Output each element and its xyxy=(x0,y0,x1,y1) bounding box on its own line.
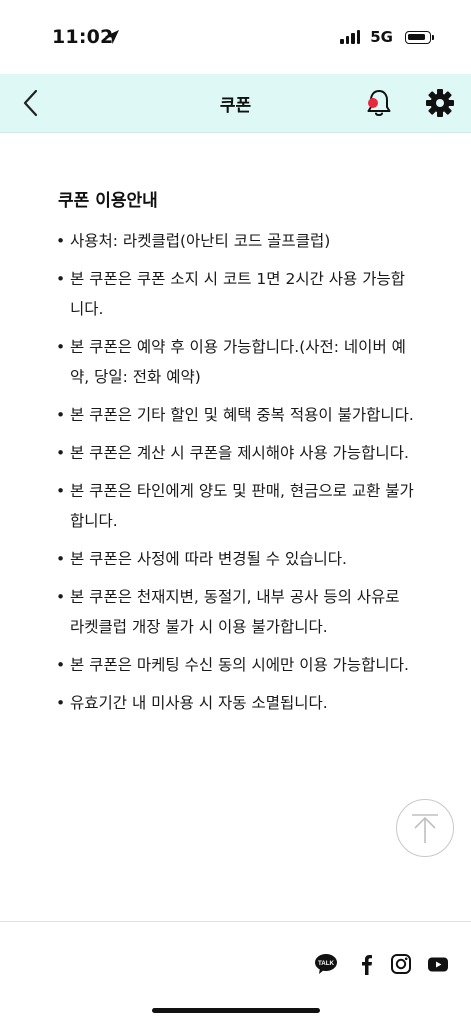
list-item: 본 쿠폰은 타인에게 양도 및 판매, 현금으로 교환 불가합니다. xyxy=(56,476,416,536)
list-item: 본 쿠폰은 마케팅 수신 동의 시에만 이용 가능합니다. xyxy=(56,650,416,680)
home-indicator xyxy=(152,1008,320,1013)
status-bar: 11:02 5G xyxy=(0,0,471,74)
facebook-icon[interactable] xyxy=(355,953,377,975)
network-type: 5G xyxy=(370,28,393,46)
notification-bell-icon[interactable] xyxy=(364,87,394,119)
list-item: 본 쿠폰은 사정에 따라 변경될 수 있습니다. xyxy=(56,544,416,574)
section-title: 쿠폰 이용안내 xyxy=(58,191,158,211)
settings-gear-icon[interactable] xyxy=(425,88,455,118)
scroll-to-top-button[interactable] xyxy=(396,799,454,857)
list-item: 본 쿠폰은 천재지변, 동절기, 내부 공사 등의 사유로 라켓클럽 개장 불가… xyxy=(56,582,416,642)
list-item: 유효기간 내 미사용 시 자동 소멸됩니다. xyxy=(56,688,416,718)
location-arrow-icon xyxy=(105,30,119,44)
instagram-icon[interactable] xyxy=(390,953,412,975)
coupon-notes-list: 사용처: 라켓클럽(아난티 코드 골프클럽) 본 쿠폰은 쿠폰 소지 시 코트 … xyxy=(56,226,416,726)
signal-icon xyxy=(340,30,361,44)
svg-text:TALK: TALK xyxy=(318,960,335,967)
list-item: 본 쿠폰은 계산 시 쿠폰을 제시해야 사용 가능합니다. xyxy=(56,438,416,468)
list-item: 본 쿠폰은 예약 후 이용 가능합니다.(사전: 네이버 예약, 당일: 전화 … xyxy=(56,332,416,392)
kakaotalk-icon[interactable]: TALK xyxy=(314,952,338,976)
arrow-up-icon xyxy=(412,814,438,843)
footer-divider xyxy=(0,921,471,922)
notification-dot xyxy=(368,98,378,108)
page-title: 쿠폰 xyxy=(219,96,252,116)
status-indicators: 5G xyxy=(340,28,434,46)
header-bar: 쿠폰 xyxy=(0,74,471,133)
youtube-icon[interactable] xyxy=(427,953,449,975)
list-item: 본 쿠폰은 쿠폰 소지 시 코트 1면 2시간 사용 가능합니다. xyxy=(56,264,416,324)
list-item: 본 쿠폰은 기타 할인 및 혜택 중복 적용이 불가합니다. xyxy=(56,400,416,430)
battery-icon xyxy=(405,30,434,44)
list-item: 사용처: 라켓클럽(아난티 코드 골프클럽) xyxy=(56,226,416,256)
